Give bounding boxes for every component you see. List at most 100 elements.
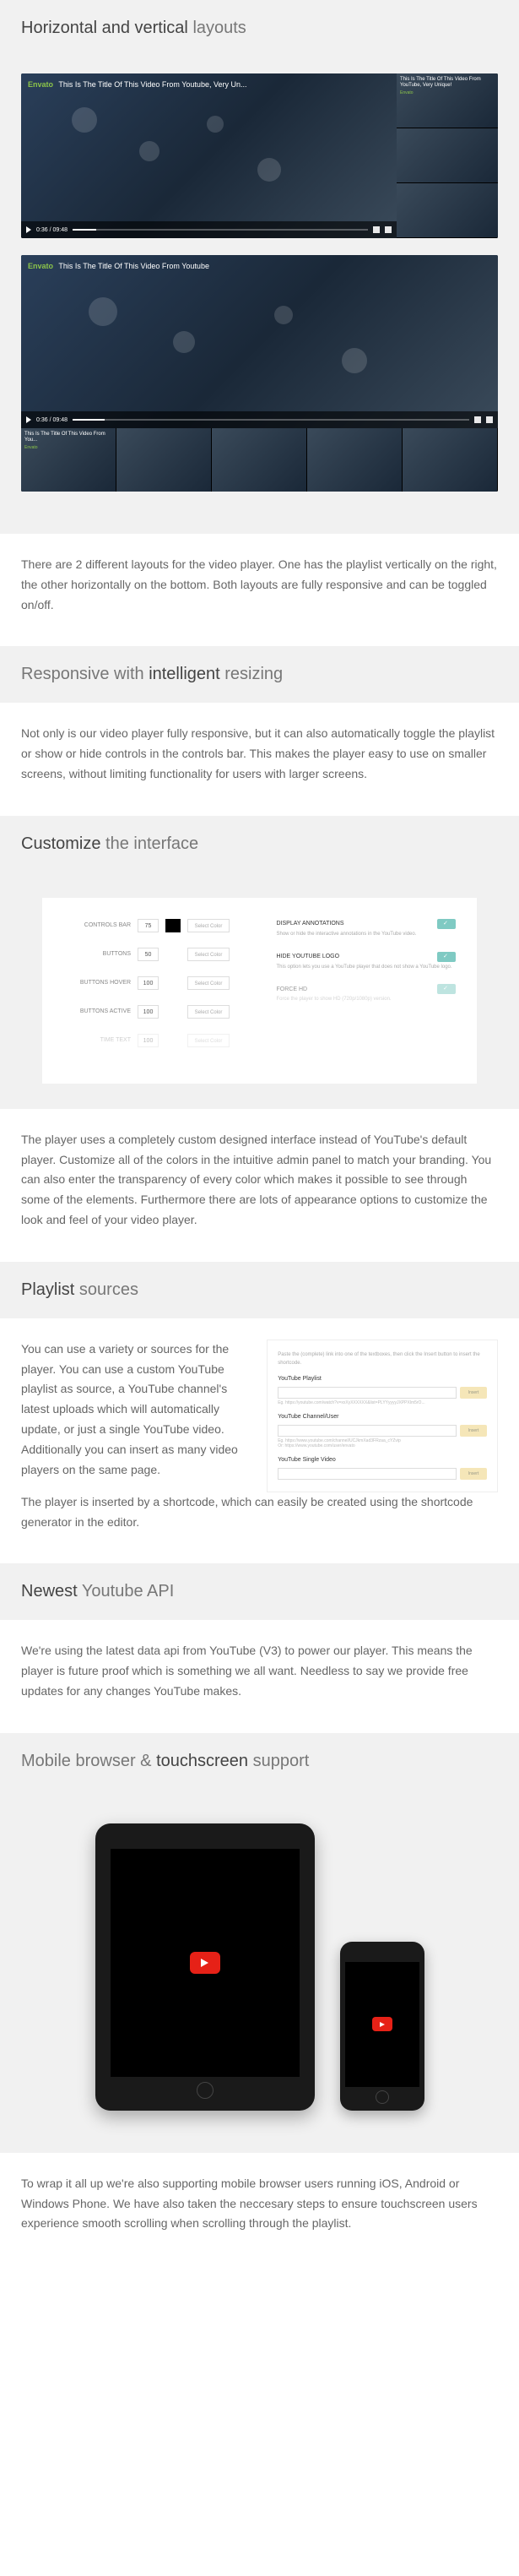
playlist-item[interactable] [397,183,498,238]
playlist-side[interactable]: This Is The Title Of This Video From You… [397,73,498,238]
cust-row: CONTROLS BAR 75 Select Color [63,919,243,932]
cust-row: BUTTONS HOVER 100 Select Color [63,976,243,990]
video-player-horizontal: Envato This Is The Title Of This Video F… [21,73,498,238]
section-heading-responsive: Responsive with intelligent resizing [0,646,519,703]
cust-row: TIME TEXT 100 Select Color [63,1034,243,1047]
playlist-item-sub: Envato [400,90,495,95]
cust-label: BUTTONS ACTIVE [63,1008,131,1014]
color-swatch[interactable] [165,948,181,961]
heading-strong: touchscreen [156,1752,248,1770]
layouts-body: There are 2 different layouts for the vi… [0,534,519,646]
brand-label: Envato [28,80,53,89]
playlist-item[interactable]: This Is The Title Of This Video From You… [21,428,116,492]
src-example: Eg. https://youtube.com/watch?v=xxXyXXXX… [278,1400,487,1405]
heading-strong: Customize [21,834,100,853]
select-color-button[interactable]: Select Color [187,1005,230,1019]
youtube-icon [190,1952,220,1974]
opacity-input[interactable]: 100 [138,1005,159,1019]
cust-row: BUTTONS ACTIVE 100 Select Color [63,1005,243,1019]
src-input[interactable] [278,1387,457,1399]
opacity-input[interactable]: 100 [138,976,159,990]
section-heading-customize: Customize the interface [0,816,519,872]
volume-icon[interactable] [474,416,481,423]
section-heading-api: Newest Youtube API [0,1563,519,1620]
mobile-body: To wrap it all up we're also supporting … [0,2153,519,2265]
youtube-icon [372,2017,392,2031]
opacity-input[interactable]: 100 [138,1034,159,1047]
progress-bar[interactable] [73,229,368,231]
paragraph: The player is inserted by a shortcode, w… [21,1492,498,1533]
progress-bar[interactable] [73,419,469,421]
playlist-item[interactable] [403,428,498,492]
controls-bar: 0:36 / 09:48 [21,221,397,238]
main-video-area[interactable]: Envato This Is The Title Of This Video F… [21,73,397,238]
src-example: Eg. https://www.youtube.com/channel/UCJk… [278,1438,487,1448]
playlist-item[interactable] [212,428,307,492]
playlist-item[interactable] [307,428,403,492]
customize-body: The player uses a completely custom desi… [0,1109,519,1262]
opacity-input[interactable]: 50 [138,948,159,961]
heading-light: sources [79,1280,138,1299]
color-swatch[interactable] [165,919,181,932]
phone-screen [345,1962,419,2087]
cust-label: TIME TEXT [63,1037,131,1043]
color-swatch[interactable] [165,976,181,990]
customize-options: DISPLAY ANNOTATIONS Show or hide the int… [277,919,457,1062]
play-icon[interactable] [26,226,31,233]
section-heading-layouts: Horizontal and vertical layouts [0,0,519,57]
cust-option: DISPLAY ANNOTATIONS Show or hide the int… [277,919,457,938]
select-color-button[interactable]: Select Color [187,948,230,961]
cust-label: CONTROLS BAR [63,922,131,928]
volume-icon[interactable] [373,226,380,233]
src-input[interactable] [278,1468,457,1480]
playlist-item[interactable] [397,128,498,183]
playlist-item[interactable]: This Is The Title Of This Video From You… [397,73,498,128]
playlist-source-panel: Paste the (complete) link into one of th… [267,1340,498,1492]
play-icon[interactable] [26,416,31,423]
select-color-button[interactable]: Select Color [187,976,230,990]
main-video-area[interactable]: Envato This Is The Title Of This Video F… [21,255,498,428]
customize-panel: CONTROLS BAR 75 Select Color BUTTONS 50 … [42,898,477,1084]
color-swatch[interactable] [165,1034,181,1047]
toggle-switch[interactable] [437,952,456,962]
src-input[interactable] [278,1425,457,1437]
cust-option: FORCE HD Force the player to show HD (72… [277,984,457,1003]
controls-bar: 0:36 / 09:48 [21,411,498,428]
playlist-item[interactable] [116,428,212,492]
tablet-device [95,1823,315,2111]
select-color-button[interactable]: Select Color [187,919,230,932]
paragraph: To wrap it all up we're also supporting … [21,2174,498,2234]
phone-device [340,1942,424,2111]
paragraph: You can use a variety or sources for the… [21,1340,250,1481]
opt-title: DISPLAY ANNOTATIONS [277,921,344,927]
toggle-switch[interactable] [437,919,456,929]
playlist-bottom[interactable]: This Is The Title Of This Video From You… [21,428,498,492]
section-heading-mobile: Mobile browser & touchscreen support [0,1733,519,1790]
heading-light: the interface [105,834,198,853]
fullscreen-icon[interactable] [486,416,493,423]
heading-strong: intelligent [149,665,220,683]
heading-light: Mobile [21,1752,71,1770]
insert-button[interactable]: Insert [460,1425,487,1437]
src-field-label: YouTube Single Video [278,1455,487,1465]
cust-option: HIDE YOUTUBE LOGO This option lets you u… [277,952,457,971]
fullscreen-icon[interactable] [385,226,392,233]
insert-button[interactable]: Insert [460,1387,487,1399]
opacity-input[interactable]: 75 [138,919,159,932]
customize-visual: CONTROLS BAR 75 Select Color BUTTONS 50 … [0,872,519,1109]
api-body: We're using the latest data api from You… [0,1620,519,1732]
select-color-button[interactable]: Select Color [187,1034,230,1047]
heading-light: Responsive with [21,665,144,683]
devices-visual [0,1790,519,2153]
tablet-screen [111,1849,300,2077]
color-swatch[interactable] [165,1005,181,1019]
cust-row: BUTTONS 50 Select Color [63,948,243,961]
time-display: 0:36 / 09:48 [36,417,68,423]
insert-button[interactable]: Insert [460,1468,487,1480]
toggle-switch[interactable] [437,984,456,994]
opt-desc: Force the player to show HD (720p/1080p)… [277,997,457,1003]
opt-desc: Show or hide the interactive annotations… [277,932,457,938]
heading-light: resizing [224,665,283,683]
heading-strong: Horizontal and vertical [21,19,188,37]
sources-body: You can use a variety or sources for the… [0,1318,519,1564]
